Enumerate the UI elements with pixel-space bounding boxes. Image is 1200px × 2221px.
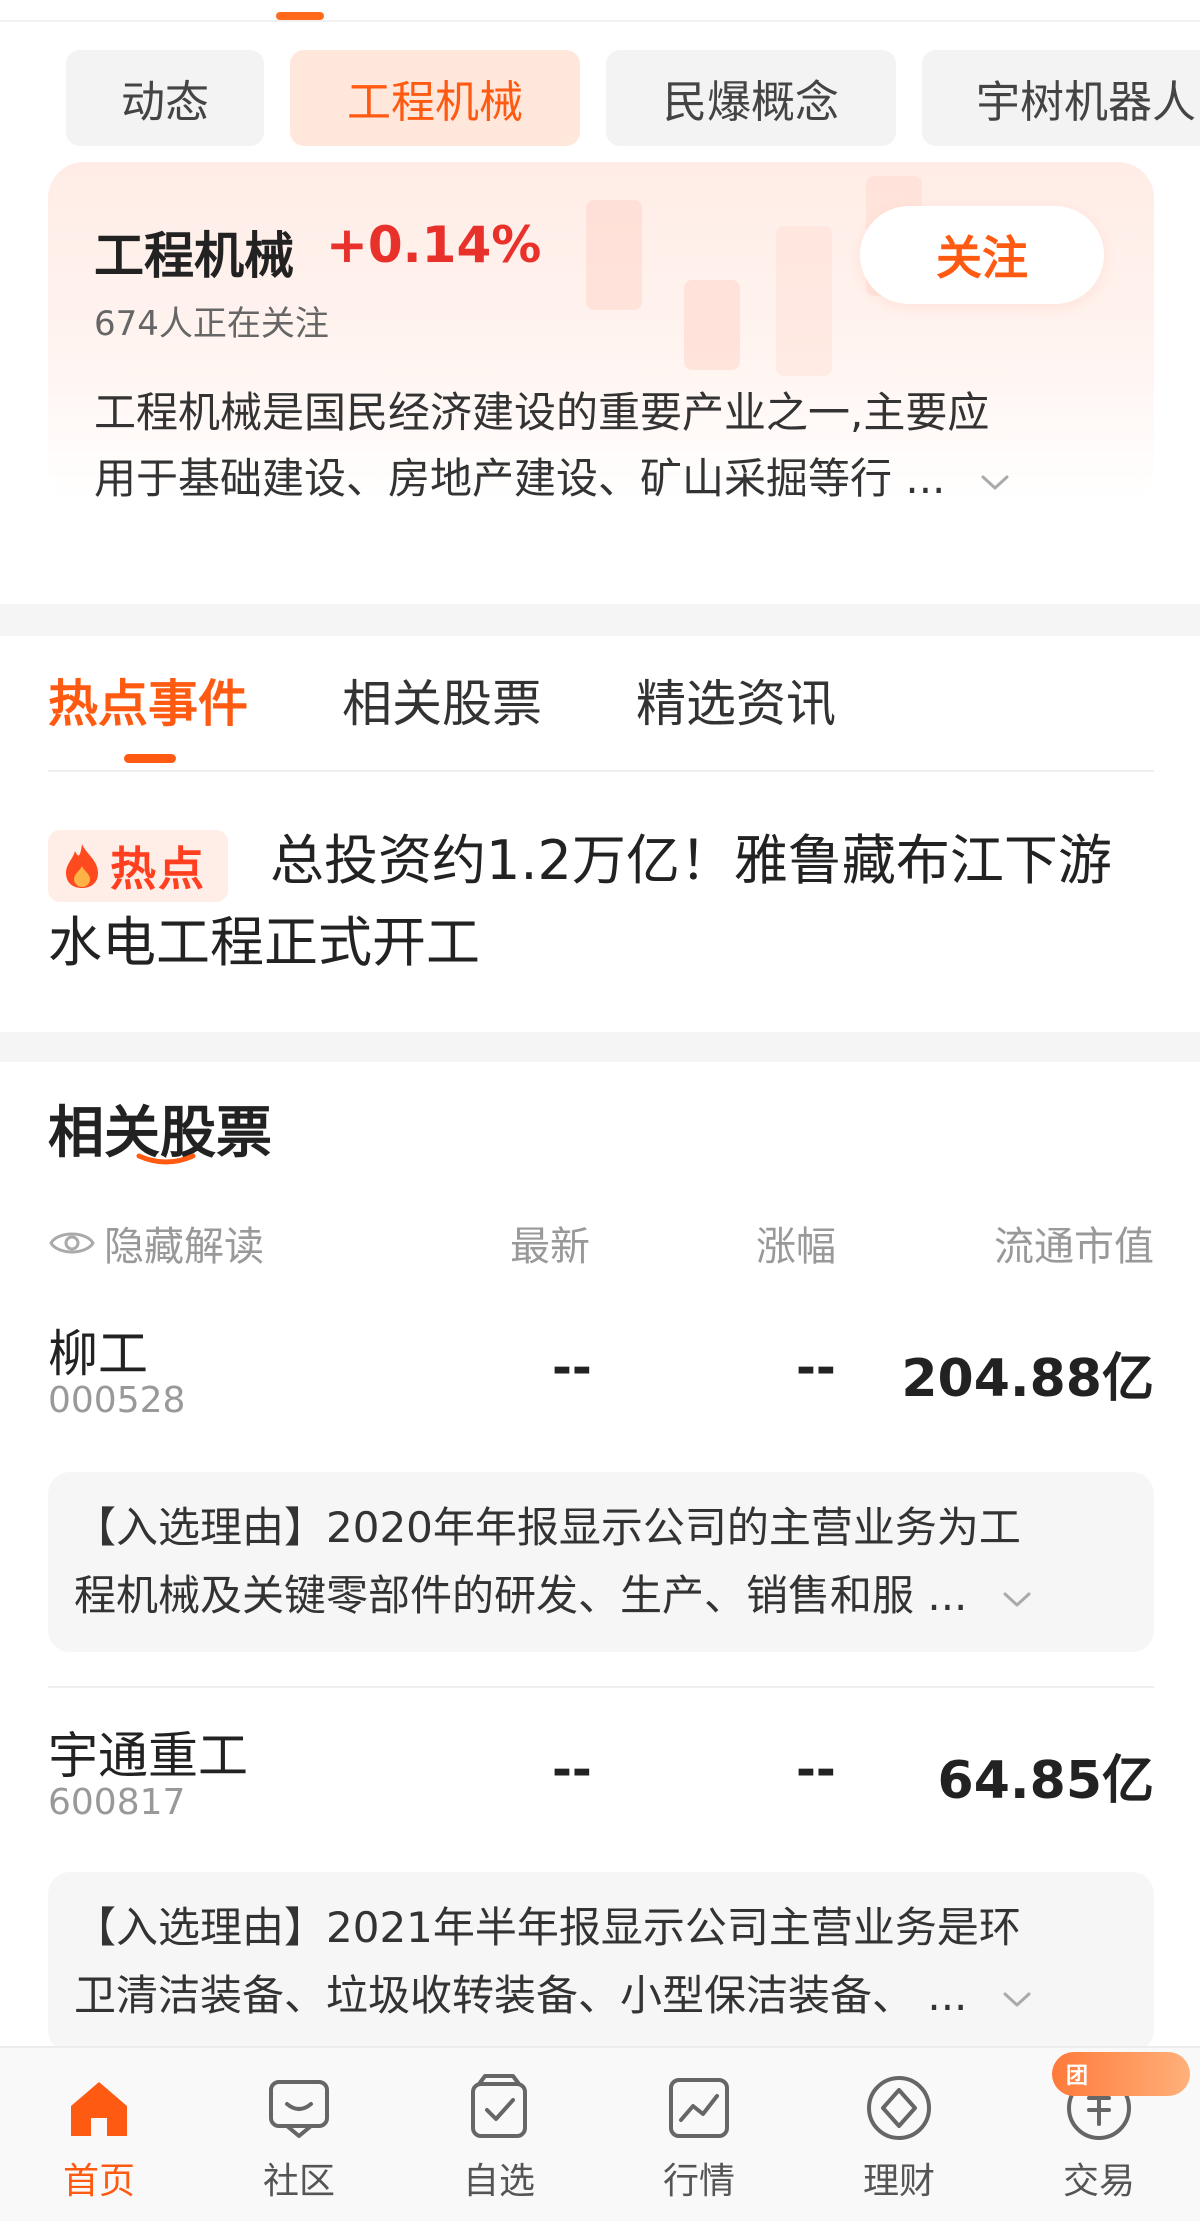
reason-line: 【入选理由】2020年年报显示公司的主营业务为工 xyxy=(74,1503,1021,1552)
tab-related-stocks[interactable]: 相关股票 xyxy=(342,664,542,736)
stock-code: 600817 xyxy=(48,1782,186,1823)
decor-candle xyxy=(776,226,832,376)
trade-promo-badge[interactable]: 团 xyxy=(1052,2052,1190,2096)
stock-name: 柳工 xyxy=(48,1325,148,1383)
column-change[interactable]: 涨幅 xyxy=(756,1214,836,1272)
tab-hot-events[interactable]: 热点事件 xyxy=(48,664,248,736)
chevron-down-icon[interactable] xyxy=(999,1981,1035,2017)
nav-community[interactable]: 社区 xyxy=(224,2072,374,2212)
nav-label: 首页 xyxy=(62,2161,135,2202)
top-tab-indicator xyxy=(276,12,324,20)
stock-change: -- xyxy=(796,1340,836,1396)
concept-title: 工程机械 xyxy=(94,227,294,285)
reason-line: 程机械及关键零部件的研发、生产、销售和服 ... xyxy=(74,1562,1128,1630)
category-chip-bar: 动态 工程机械 民爆概念 宇树机器人 xyxy=(0,50,1200,146)
tabs-divider xyxy=(48,770,1154,772)
top-tab-strip xyxy=(0,0,1200,22)
reason-line-text: 程机械及关键零部件的研发、生产、销售和服 ... xyxy=(74,1571,968,1620)
chip-civil-explosives[interactable]: 民爆概念 xyxy=(606,50,896,146)
description-line: 工程机械是国民经济建设的重要产业之一,主要应 xyxy=(94,388,990,437)
decor-candle xyxy=(684,280,740,370)
chip-dynamic[interactable]: 动态 xyxy=(66,50,264,146)
description-line: 用于基础建设、房地产建设、矿山采掘等行 ... xyxy=(94,446,1104,502)
concept-card: 工程机械 +0.14% 674人正在关注 关注 工程机械是国民经济建设的重要产业… xyxy=(48,162,1154,502)
reason-line: 【入选理由】2021年半年报显示公司主营业务是环 xyxy=(74,1903,1021,1952)
stock-row[interactable]: 柳工 000528 -- -- 204.88亿 xyxy=(48,1314,1154,1438)
hide-analysis-toggle[interactable]: 隐藏解读 xyxy=(48,1214,264,1272)
nav-label: 社区 xyxy=(262,2161,335,2202)
stock-change: -- xyxy=(796,1742,836,1798)
reason-line: 卫清洁装备、垃圾收转装备、小型保洁装备、 ... xyxy=(74,1962,1128,2030)
stock-row[interactable]: 宇通重工 600817 -- -- 64.85亿 xyxy=(48,1716,1154,1840)
watchlist-icon xyxy=(471,2074,527,2138)
nav-label: 理财 xyxy=(862,2161,935,2202)
hot-badge-label: 热点 xyxy=(110,842,206,896)
nav-label: 行情 xyxy=(662,2161,735,2202)
market-icon xyxy=(669,2078,729,2138)
community-icon xyxy=(269,2080,329,2138)
stock-latest-price: -- xyxy=(552,1742,592,1798)
active-tab-underline xyxy=(124,754,176,763)
nav-home[interactable]: 首页 xyxy=(24,2072,174,2212)
concept-description[interactable]: 工程机械是国民经济建设的重要产业之一,主要应 用于基础建设、房地产建设、矿山采掘… xyxy=(94,380,1104,502)
column-latest[interactable]: 最新 xyxy=(510,1214,590,1272)
chevron-down-icon[interactable] xyxy=(999,1581,1035,1617)
eye-icon xyxy=(49,1232,95,1254)
watchers-count: 674人正在关注 xyxy=(94,304,329,344)
stock-table-header: 隐藏解读 最新 涨幅 流通市值 xyxy=(48,1206,1154,1270)
hide-analysis-label: 隐藏解读 xyxy=(104,1224,264,1270)
nav-market[interactable]: 行情 xyxy=(624,2072,774,2212)
decor-candle xyxy=(586,200,642,310)
selection-reason[interactable]: 【入选理由】2021年半年报显示公司主营业务是环 卫清洁装备、垃圾收转装备、小型… xyxy=(48,1872,1154,2052)
description-line-text: 用于基础建设、房地产建设、矿山采掘等行 ... xyxy=(94,454,946,502)
column-float-cap[interactable]: 流通市值 xyxy=(994,1214,1154,1272)
follow-button[interactable]: 关注 xyxy=(860,206,1104,304)
stock-latest-price: -- xyxy=(552,1340,592,1396)
home-icon xyxy=(71,2082,127,2136)
stock-code: 000528 xyxy=(48,1380,186,1421)
stock-name: 宇通重工 xyxy=(48,1727,248,1785)
chip-unitree-robot[interactable]: 宇树机器人 xyxy=(922,50,1200,146)
nav-watchlist[interactable]: 自选 xyxy=(424,2072,574,2212)
chip-engineering-machinery[interactable]: 工程机械 xyxy=(290,50,580,146)
nav-wealth[interactable]: 理财 xyxy=(824,2072,974,2212)
section-divider xyxy=(0,604,1200,636)
flame-icon xyxy=(66,844,98,888)
nav-label: 自选 xyxy=(462,2161,535,2202)
section-tabs: 热点事件 相关股票 精选资讯 xyxy=(0,634,1200,770)
nav-label: 交易 xyxy=(1062,2161,1135,2202)
section-divider xyxy=(0,1032,1200,1062)
bottom-navigation: 首页 社区 自选 行情 理财 交易 xyxy=(0,2046,1200,2221)
trade-badge-label: 团 xyxy=(1066,2064,1089,2089)
stock-float-cap: 204.88亿 xyxy=(901,1349,1154,1409)
title-accent-mark xyxy=(136,1153,196,1165)
concept-change-percent: +0.14% xyxy=(326,216,542,274)
stock-float-cap: 64.85亿 xyxy=(937,1751,1154,1811)
chevron-down-icon[interactable] xyxy=(977,464,1013,500)
hot-badge: 热点 xyxy=(48,830,228,902)
row-separator xyxy=(48,1686,1154,1688)
tab-selected-news[interactable]: 精选资讯 xyxy=(636,664,836,736)
reason-line-text: 卫清洁装备、垃圾收转装备、小型保洁装备、 ... xyxy=(74,1971,968,2020)
wealth-icon xyxy=(867,2076,931,2140)
selection-reason[interactable]: 【入选理由】2020年年报显示公司的主营业务为工 程机械及关键零部件的研发、生产… xyxy=(48,1472,1154,1652)
